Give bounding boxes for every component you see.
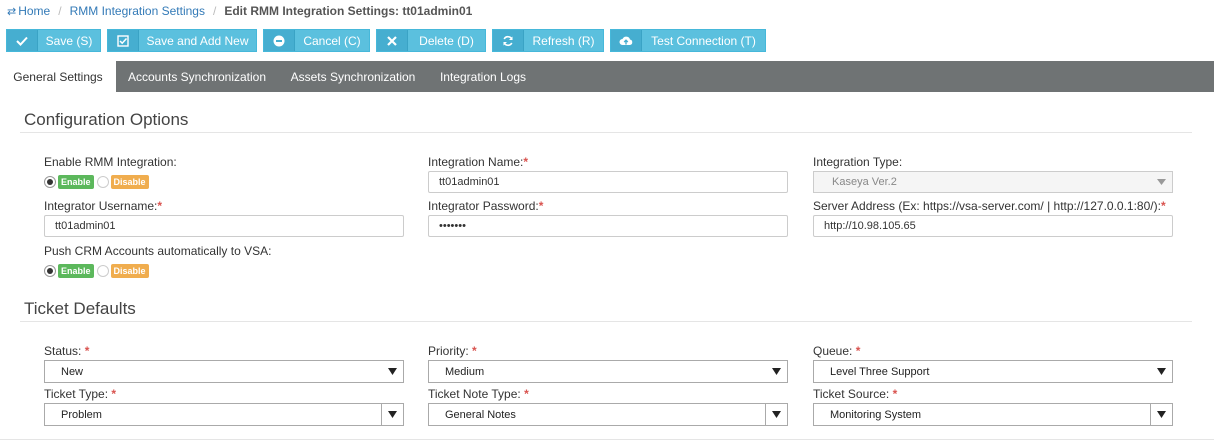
breadcrumb-separator: / <box>58 4 62 18</box>
tab-integration-logs[interactable]: Integration Logs <box>428 61 538 92</box>
integration-type-select[interactable]: Kaseya Ver.2 <box>813 171 1173 193</box>
chevron-down-icon <box>381 361 403 382</box>
refresh-icon <box>493 30 524 51</box>
ticket-defaults-title: Ticket Defaults <box>24 299 136 318</box>
disable-badge[interactable]: Disable <box>110 264 149 278</box>
status-value: New <box>61 365 84 378</box>
save-and-add-new-button[interactable]: Save and Add New <box>107 29 257 52</box>
push-crm-accounts-label: Push CRM Accounts automatically to VSA: <box>44 244 272 258</box>
toolbar: Save (S) Save and Add New Cancel (C) Del… <box>6 29 772 52</box>
disable-badge[interactable]: Disable <box>110 175 149 189</box>
ticket-note-type-label: Ticket Note Type: * <box>428 387 529 401</box>
breadcrumb: ⇄ Home / RMM Integration Settings / Edit… <box>0 0 1214 22</box>
status-label: Status: * <box>44 344 90 358</box>
ticket-source-label: Ticket Source: * <box>813 387 898 401</box>
breadcrumb-separator: / <box>212 4 217 18</box>
refresh-button[interactable]: Refresh (R) <box>492 29 604 52</box>
chevron-down-icon <box>765 361 787 382</box>
queue-label: Queue: * <box>813 344 861 358</box>
integrator-password-label: Integrator Password:* <box>428 199 544 213</box>
delete-button[interactable]: Delete (D) <box>376 29 486 52</box>
chevron-down-icon <box>1150 404 1172 425</box>
settings-tabs: General Settings Accounts Synchronizatio… <box>0 61 1214 92</box>
ticket-source-value: Monitoring System <box>830 408 922 421</box>
queue-select[interactable]: Level Three Support <box>813 360 1173 383</box>
delete-button-label: Delete (D) <box>419 33 474 48</box>
tab-general-settings[interactable]: General Settings <box>0 61 116 92</box>
ticket-note-type-value: General Notes <box>445 408 516 421</box>
close-icon <box>377 30 408 51</box>
enable-rmm-label: Enable RMM Integration: <box>44 155 177 169</box>
server-address-label: Server Address (Ex: https://vsa-server.c… <box>813 199 1166 213</box>
breadcrumb-current: Edit RMM Integration Settings: tt01admin… <box>224 4 473 18</box>
cloud-upload-icon <box>611 30 642 51</box>
check-icon <box>7 30 38 51</box>
page-bottom-divider <box>0 439 1214 440</box>
integrator-username-label: Integrator Username:* <box>44 199 163 213</box>
save-button-label: Save (S) <box>45 33 93 48</box>
ticket-note-type-select[interactable]: General Notes <box>428 403 788 426</box>
section-divider <box>20 321 1192 322</box>
enable-rmm-radio-enable[interactable] <box>44 176 56 188</box>
ticket-type-select[interactable]: Problem <box>44 403 404 426</box>
minus-circle-icon <box>264 30 295 51</box>
checkbox-icon <box>108 30 139 51</box>
status-select[interactable]: New <box>44 360 404 383</box>
chevron-down-icon <box>765 404 787 425</box>
section-divider <box>20 132 1192 133</box>
chevron-down-icon <box>381 404 403 425</box>
integration-type-label: Integration Type: <box>813 155 903 169</box>
server-address-input[interactable] <box>813 215 1173 237</box>
test-connection-button[interactable]: Test Connection (T) <box>610 29 766 52</box>
priority-value: Medium <box>445 365 485 378</box>
ticket-source-select[interactable]: Monitoring System <box>813 403 1173 426</box>
ticket-type-value: Problem <box>61 408 102 421</box>
enable-badge[interactable]: Enable <box>58 264 94 278</box>
home-arrows-icon: ⇄ <box>7 5 17 18</box>
integrator-username-input[interactable] <box>44 215 404 237</box>
enable-rmm-radio-disable[interactable] <box>96 176 109 188</box>
chevron-down-icon <box>1150 361 1172 382</box>
push-radio-disable[interactable] <box>96 265 109 277</box>
save-button[interactable]: Save (S) <box>6 29 101 52</box>
push-radio-enable[interactable] <box>44 265 56 277</box>
breadcrumb-home-link[interactable]: Home <box>18 4 50 18</box>
cancel-button[interactable]: Cancel (C) <box>263 29 370 52</box>
integrator-password-input[interactable] <box>428 215 788 237</box>
chevron-down-icon <box>1150 172 1172 192</box>
ticket-type-label: Ticket Type: * <box>44 387 117 401</box>
push-crm-accounts-toggle: Enable Disable <box>44 263 149 279</box>
save-and-add-new-label: Save and Add New <box>146 33 249 48</box>
configuration-options-title: Configuration Options <box>24 110 189 129</box>
queue-value: Level Three Support <box>830 365 930 378</box>
refresh-button-label: Refresh (R) <box>532 33 595 48</box>
cancel-button-label: Cancel (C) <box>303 33 361 48</box>
priority-select[interactable]: Medium <box>428 360 788 383</box>
tab-accounts-synchronization[interactable]: Accounts Synchronization <box>116 61 278 92</box>
breadcrumb-parent-link[interactable]: RMM Integration Settings <box>70 4 205 18</box>
test-connection-label: Test Connection (T) <box>651 33 756 48</box>
tab-assets-synchronization[interactable]: Assets Synchronization <box>278 61 428 92</box>
integration-type-value: Kaseya Ver.2 <box>832 176 897 188</box>
integration-name-label: Integration Name:* <box>428 155 529 169</box>
enable-badge[interactable]: Enable <box>58 175 94 189</box>
enable-rmm-toggle: Enable Disable <box>44 174 149 190</box>
integration-name-input[interactable] <box>428 171 788 193</box>
priority-label: Priority: * <box>428 344 477 358</box>
